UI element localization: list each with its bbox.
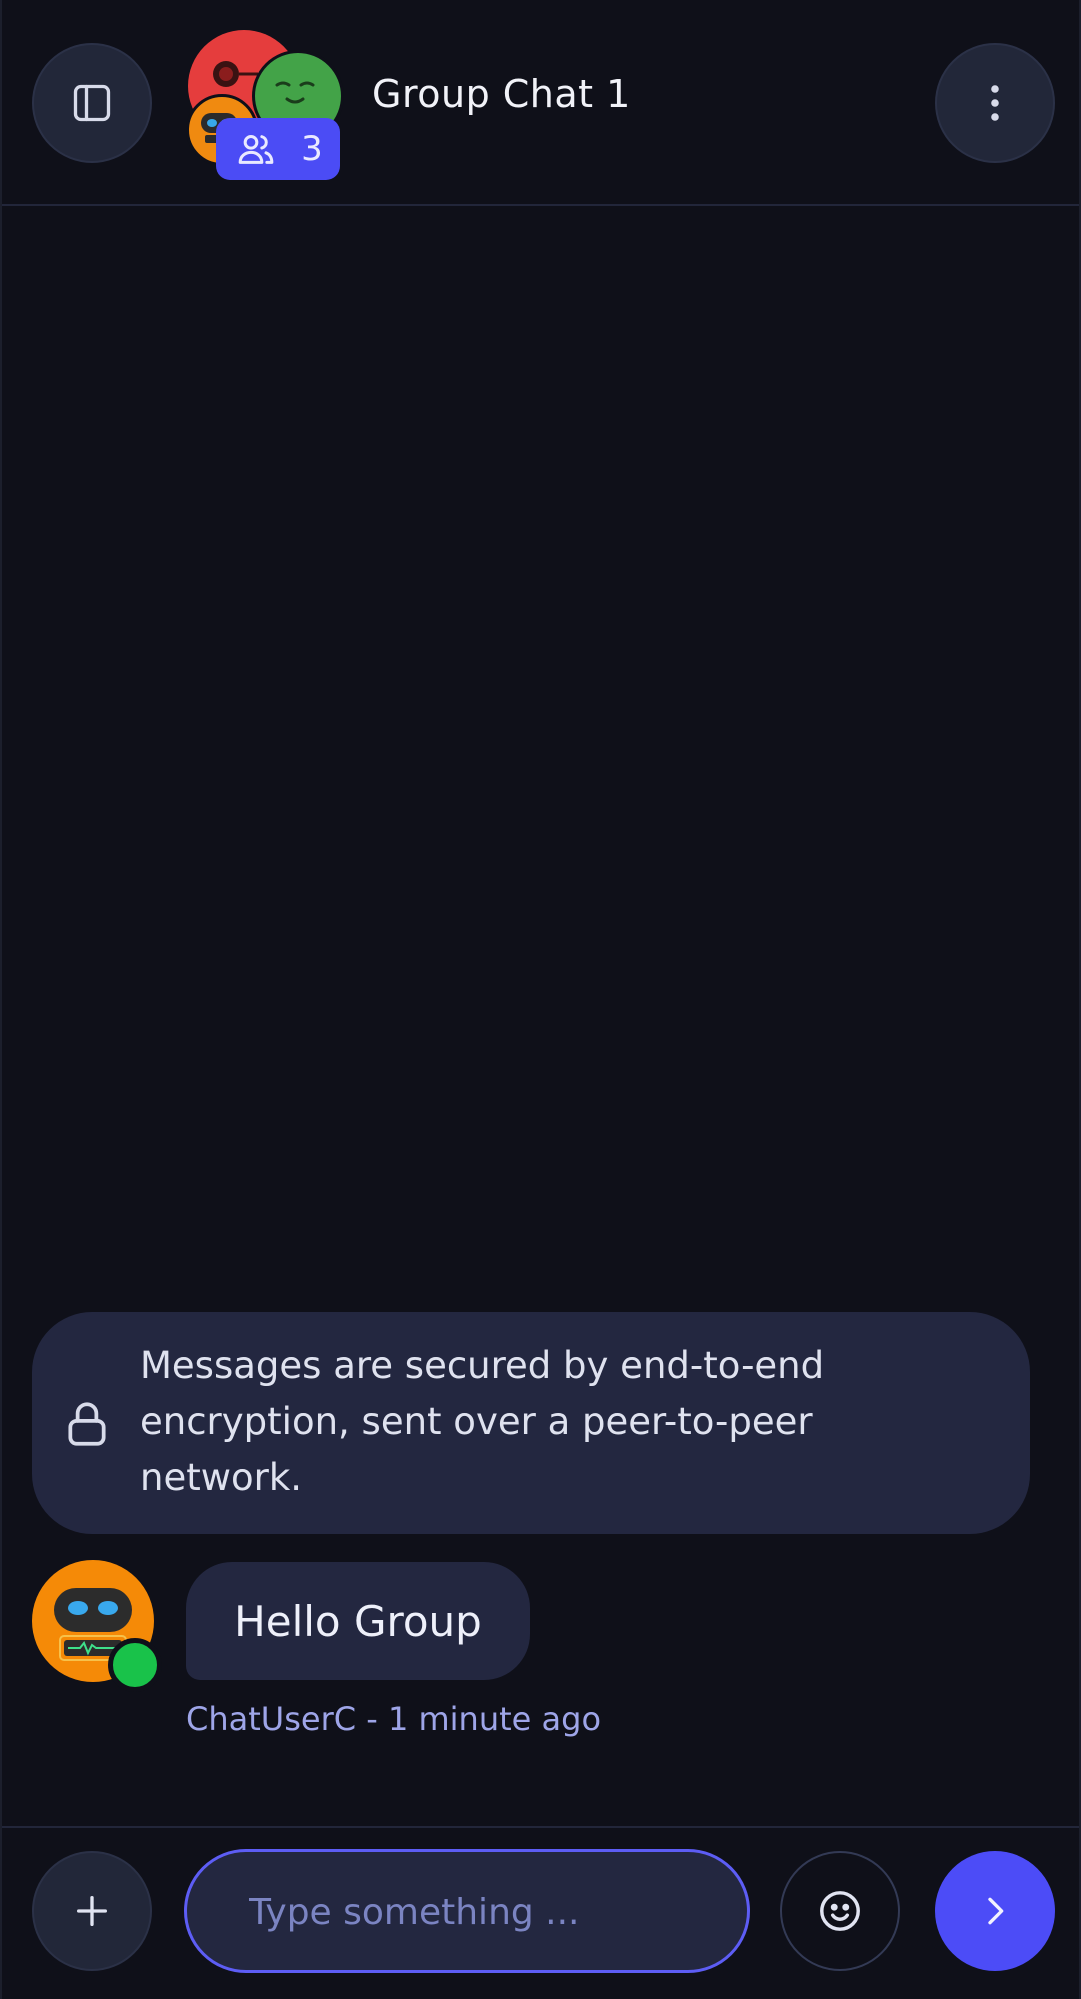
message-input-wrapper[interactable] (184, 1849, 750, 1973)
encryption-notice: Messages are secured by end-to-end encry… (32, 1312, 1030, 1534)
message-meta: ChatUserC - 1 minute ago (186, 1700, 602, 1738)
online-status-dot (108, 1638, 162, 1692)
users-icon (238, 135, 274, 164)
chat-header: 3 Group Chat 1 (2, 0, 1079, 206)
member-count: 3 (301, 129, 323, 169)
message-text: Hello Group (234, 1596, 482, 1646)
chat-app: 3 Group Chat 1 Messages are secured by e… (0, 0, 1081, 1999)
send-button[interactable] (935, 1851, 1055, 1971)
member-count-badge[interactable]: 3 (216, 118, 340, 180)
plus-icon (77, 1896, 108, 1926)
message-bubble[interactable]: Hello Group (186, 1562, 530, 1680)
more-vertical-icon (991, 85, 999, 121)
more-options-button[interactable] (935, 43, 1055, 163)
add-attachment-button[interactable] (32, 1851, 152, 1971)
chat-title[interactable]: Group Chat 1 (372, 72, 631, 116)
smiley-icon (820, 1891, 860, 1931)
encryption-notice-text: Messages are secured by end-to-end encry… (140, 1344, 825, 1499)
sidebar-toggle-button[interactable] (32, 43, 152, 163)
message-input[interactable] (247, 1852, 711, 1972)
lock-icon (68, 1402, 106, 1446)
emoji-button[interactable] (780, 1851, 900, 1971)
sidebar-toggle-icon (73, 84, 111, 122)
chevron-right-icon (988, 1897, 1004, 1925)
